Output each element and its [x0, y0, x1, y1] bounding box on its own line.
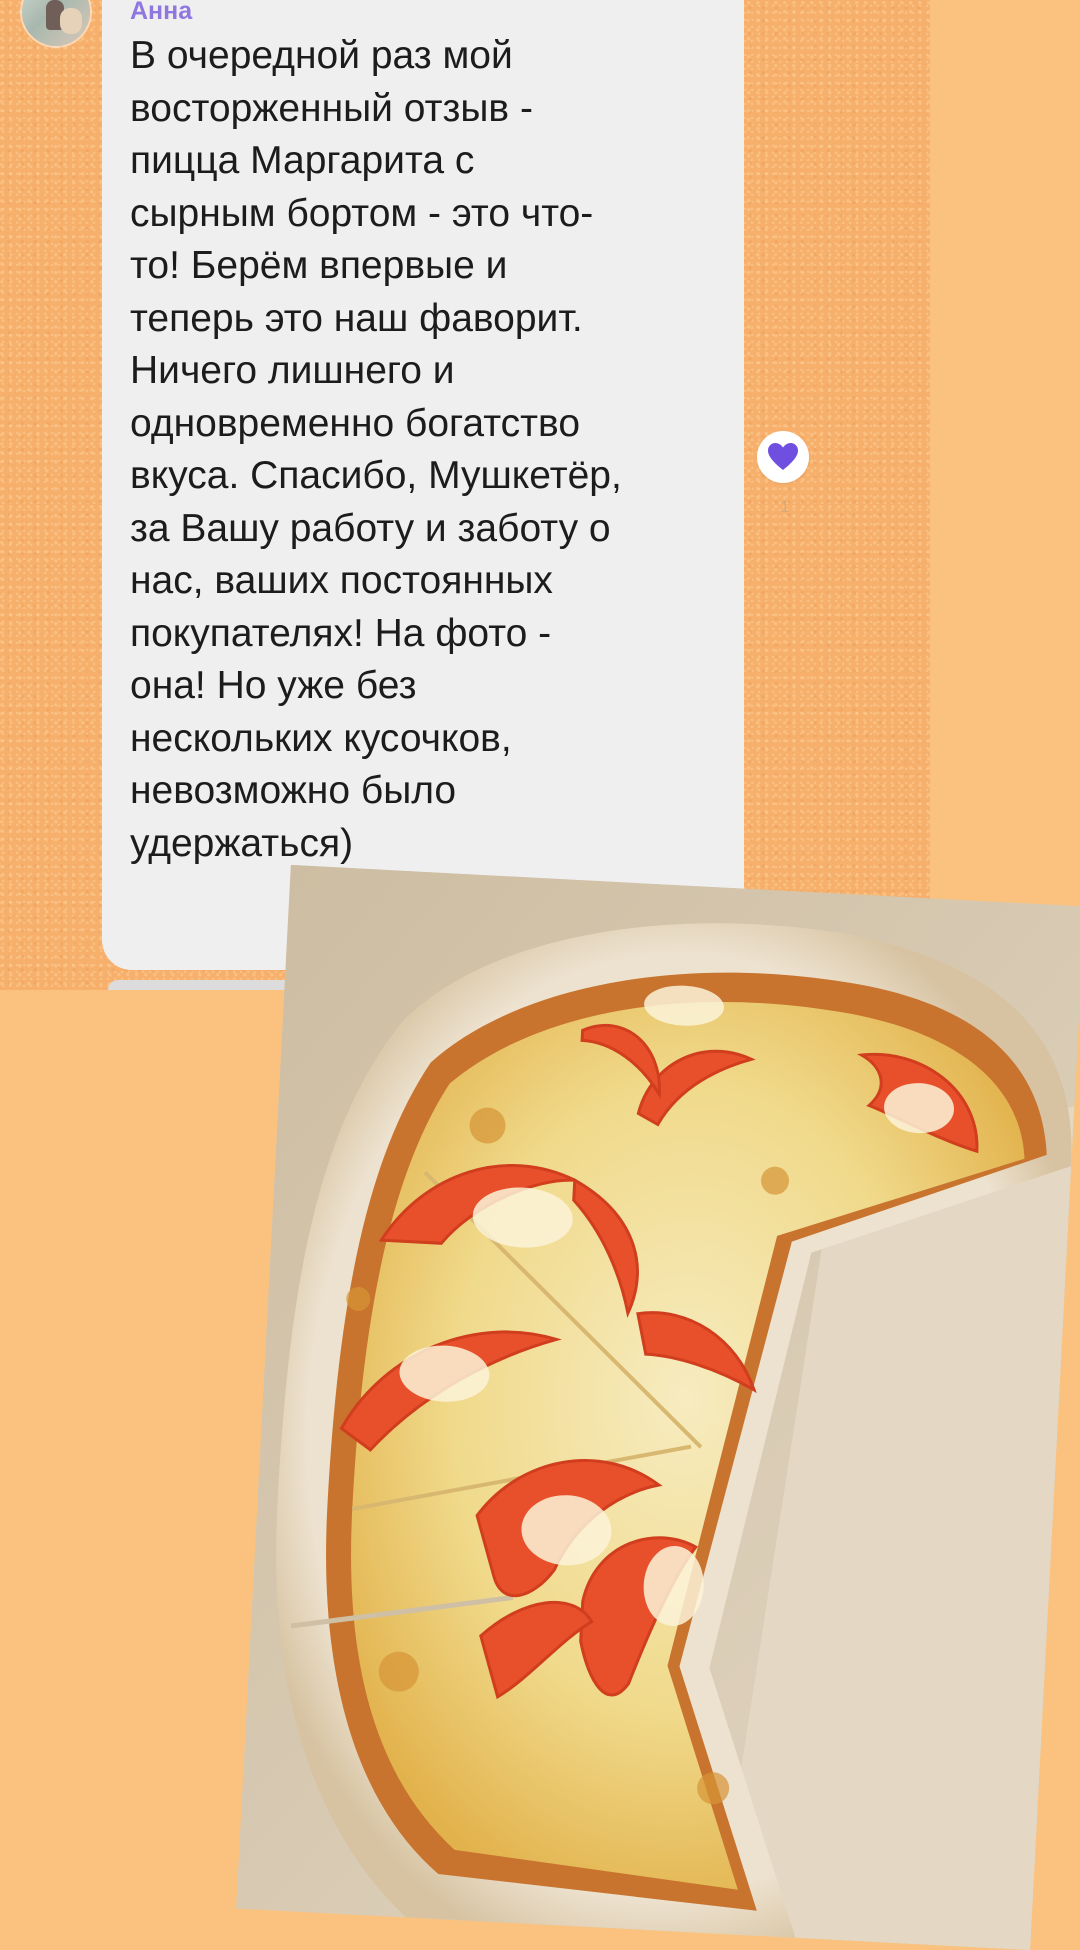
avatar[interactable]	[22, 0, 90, 46]
heart-icon	[767, 442, 799, 472]
like-count: 1	[780, 497, 790, 516]
like-button[interactable]	[757, 431, 809, 483]
pizza-photo[interactable]	[236, 864, 1080, 1950]
avatar-figure-secondary	[60, 8, 82, 34]
message-text: В очередной раз мой восторженный отзыв -…	[130, 34, 622, 865]
chat-screenshot: Анна В очередной раз мой восторженный от…	[0, 0, 930, 990]
author-name[interactable]: Анна	[130, 0, 192, 26]
